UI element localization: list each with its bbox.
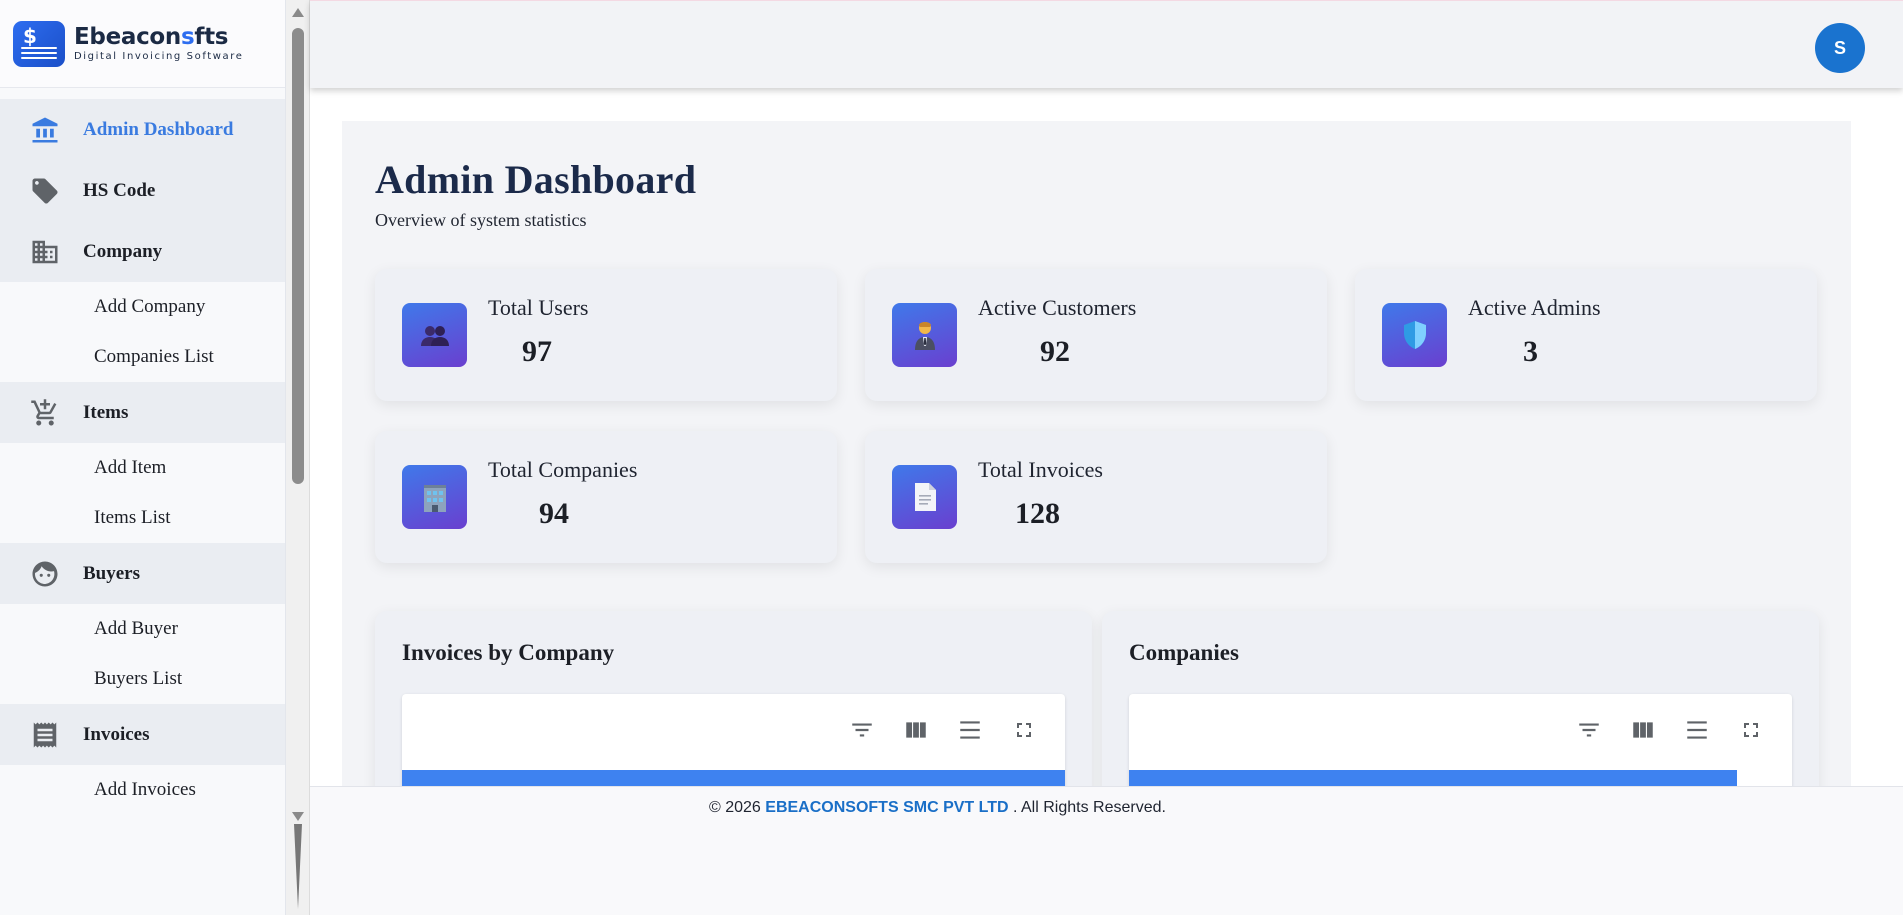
sidebar-item-add-buyer[interactable]: Add Buyer	[0, 604, 285, 654]
filter-icon[interactable]	[1574, 715, 1604, 745]
sidebar-item-buyers[interactable]: Buyers	[0, 543, 285, 604]
brand-name: Ebeaconsfts	[74, 23, 229, 50]
sidebar-item-add-item[interactable]: Add Item	[0, 443, 285, 493]
density-icon[interactable]	[955, 715, 985, 745]
chart-container	[402, 694, 1065, 786]
chart-toolbar	[1574, 715, 1766, 745]
stat-label: Total Companies	[488, 457, 638, 482]
stat-label: Active Customers	[978, 295, 1137, 320]
sidebar-item-buyers-list[interactable]: Buyers List	[0, 654, 285, 704]
sidebar: $ Ebeaconsfts Digital Invoicing Software…	[0, 0, 286, 915]
shield-emoji-icon	[1382, 303, 1447, 367]
scroll-down-arrow-icon[interactable]	[292, 812, 304, 821]
sidebar-item-add-invoices[interactable]: Add Invoices	[0, 765, 285, 815]
fullscreen-icon[interactable]	[1736, 715, 1766, 745]
footer-copyright: © 2026 EBEACONSOFTS SMC PVT LTD . All Ri…	[709, 799, 1166, 816]
stat-card-total-users: Total Users 97	[375, 269, 837, 401]
columns-icon[interactable]	[1628, 715, 1658, 745]
sidebar-item-label: Company	[83, 240, 163, 262]
stat-label: Total Invoices	[978, 457, 1103, 482]
person-emoji-icon	[892, 303, 957, 367]
chart-panel-companies: Companies	[1102, 611, 1819, 786]
stat-card-total-companies: Total Companies 94	[375, 431, 837, 563]
building-icon	[30, 237, 60, 267]
receipt-icon	[30, 720, 60, 750]
sidebar-item-invoices[interactable]: Invoices	[0, 704, 285, 765]
chart-header-bar	[402, 770, 1065, 786]
filter-icon[interactable]	[847, 715, 877, 745]
sidebar-item-label: Invoices	[83, 723, 150, 745]
sidebar-item-admin-dashboard[interactable]: Admin Dashboard	[0, 99, 285, 160]
stat-value: 94	[539, 497, 569, 530]
document-emoji-icon	[892, 465, 957, 529]
invoice-logo-icon: $	[13, 20, 65, 67]
page-subtitle: Overview of system statistics	[375, 210, 587, 230]
chart-header-bar	[1129, 770, 1737, 786]
footer: © 2026 EBEACONSOFTS SMC PVT LTD . All Ri…	[310, 786, 1903, 915]
stat-value: 92	[1040, 335, 1070, 368]
page-title: Admin Dashboard	[375, 157, 697, 202]
sidebar-item-label: Items	[83, 401, 129, 423]
face-icon	[30, 559, 60, 589]
mouse-pointer-icon	[294, 824, 302, 909]
chart-panel-invoices-by-company: Invoices by Company	[375, 611, 1092, 786]
sidebar-item-companies-list[interactable]: Companies List	[0, 332, 285, 382]
chart-container	[1129, 694, 1792, 786]
sidebar-scrollbar[interactable]	[286, 0, 310, 915]
stat-card-active-admins: Active Admins 3	[1355, 269, 1817, 401]
cart-icon	[30, 398, 60, 428]
sidebar-item-add-company[interactable]: Add Company	[0, 282, 285, 332]
sidebar-item-label: HS Code	[83, 179, 156, 201]
sidebar-item-items[interactable]: Items	[0, 382, 285, 443]
dashboard-main: Admin Dashboard Overview of system stati…	[342, 121, 1851, 786]
stat-label: Total Users	[488, 295, 589, 320]
brand-logo[interactable]: $ Ebeaconsfts Digital Invoicing Software	[0, 0, 285, 88]
stat-value: 97	[522, 335, 552, 368]
sidebar-item-company[interactable]: Company	[0, 221, 285, 282]
panel-title: Invoices by Company	[402, 640, 615, 665]
sidebar-nav: Admin Dashboard HS Code Company Add Comp…	[0, 88, 285, 815]
stat-value: 3	[1523, 335, 1538, 368]
sidebar-item-label: Admin Dashboard	[83, 118, 234, 140]
users-emoji-icon	[402, 303, 467, 367]
density-icon[interactable]	[1682, 715, 1712, 745]
fullscreen-icon[interactable]	[1009, 715, 1039, 745]
bank-icon	[30, 115, 60, 145]
sidebar-item-label: Buyers	[83, 562, 140, 584]
stat-label: Active Admins	[1468, 295, 1601, 320]
user-avatar[interactable]: S	[1815, 23, 1865, 73]
sidebar-item-hs-code[interactable]: HS Code	[0, 160, 285, 221]
sidebar-item-items-list[interactable]: Items List	[0, 493, 285, 543]
chart-toolbar	[847, 715, 1039, 745]
columns-icon[interactable]	[901, 715, 931, 745]
stat-card-total-invoices: Total Invoices 128	[865, 431, 1327, 563]
office-emoji-icon	[402, 465, 467, 529]
scrollbar-thumb[interactable]	[292, 28, 304, 484]
brand-tagline: Digital Invoicing Software	[74, 50, 244, 62]
tag-icon	[30, 176, 60, 206]
footer-company-link[interactable]: EBEACONSOFTS SMC PVT LTD	[765, 799, 1008, 816]
top-bar: S	[310, 0, 1903, 88]
scroll-up-arrow-icon[interactable]	[292, 8, 304, 17]
panel-title: Companies	[1129, 640, 1239, 665]
stat-value: 128	[1015, 497, 1060, 530]
stat-card-active-customers: Active Customers 92	[865, 269, 1327, 401]
